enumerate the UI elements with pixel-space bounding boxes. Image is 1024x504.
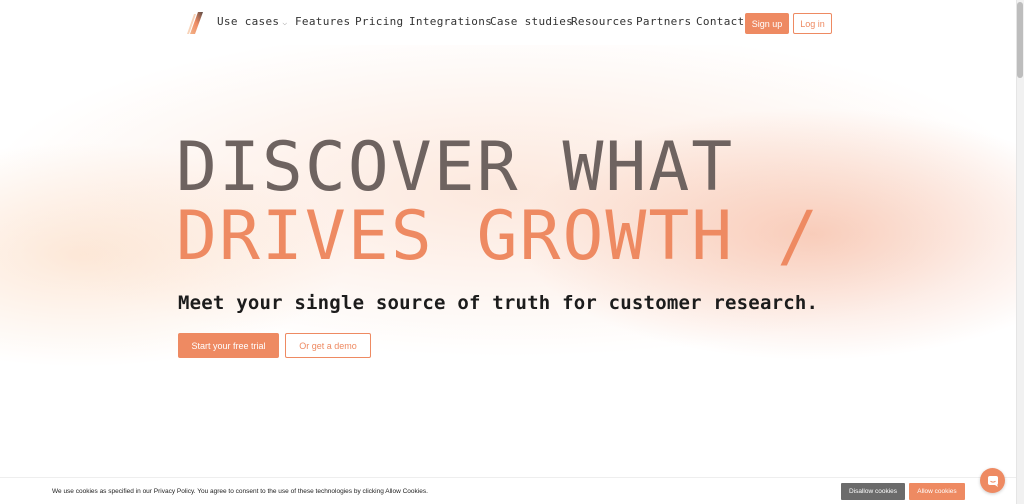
page-scrollbar[interactable]: [1016, 0, 1024, 504]
nav-item-case-studies[interactable]: Case studies: [490, 15, 573, 28]
chat-bubble-icon: [987, 475, 998, 487]
log-in-button[interactable]: Log in: [793, 13, 832, 34]
nav-item-features[interactable]: Features: [295, 15, 350, 28]
nav-item-resources[interactable]: Resources: [571, 15, 633, 28]
slash-logo-icon[interactable]: [186, 12, 204, 34]
allow-cookies-button[interactable]: Allow cookies: [909, 483, 965, 500]
nav-item-use-cases[interactable]: Use cases ⌵: [217, 15, 287, 28]
nav-item-partners[interactable]: Partners: [636, 15, 691, 28]
start-free-trial-button[interactable]: Start your free trial: [178, 333, 279, 358]
scrollbar-thumb[interactable]: [1017, 2, 1023, 78]
nav-item-label: Use cases: [217, 15, 280, 28]
hero-title-line-2: DRIVES GROWTH /: [176, 197, 821, 276]
cookie-notice-text: We use cookies as specified in our Priva…: [52, 488, 428, 495]
sign-up-button[interactable]: Sign up: [745, 13, 789, 34]
top-navigation: Use cases ⌵ Features Pricing Integrations…: [0, 0, 1016, 45]
nav-item-integrations[interactable]: Integrations: [409, 15, 492, 28]
get-demo-button[interactable]: Or get a demo: [285, 333, 371, 358]
chevron-down-icon: ⌵: [282, 18, 288, 27]
disallow-cookies-button[interactable]: Disallow cookies: [841, 483, 905, 500]
hero-title-line-1: DISCOVER WHAT: [176, 128, 735, 207]
nav-item-contact[interactable]: Contact: [696, 15, 744, 28]
cookie-banner: We use cookies as specified in our Priva…: [0, 477, 1016, 504]
chat-launcher-button[interactable]: [980, 468, 1005, 493]
hero-subheading: Meet your single source of truth for cus…: [178, 292, 819, 314]
nav-item-pricing[interactable]: Pricing: [355, 15, 403, 28]
